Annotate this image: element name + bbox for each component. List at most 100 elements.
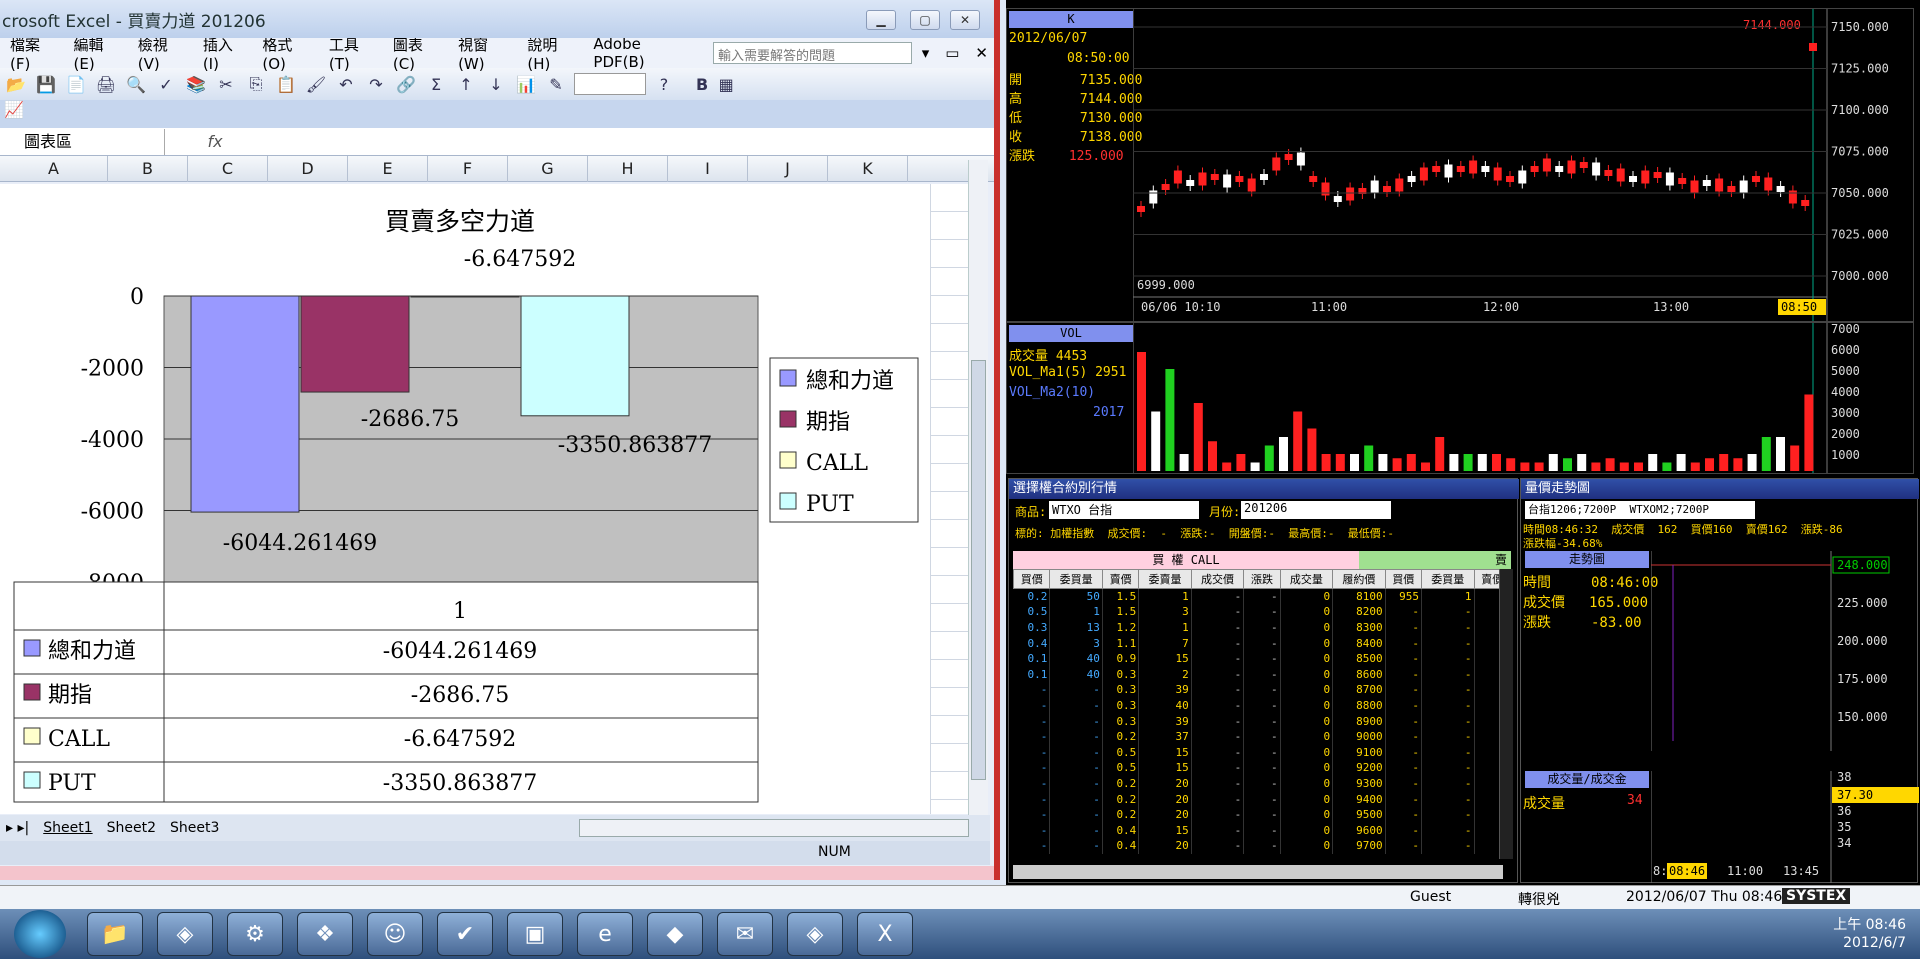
horizontal-scrollbar[interactable]	[579, 819, 970, 837]
options-col-header[interactable]: 委買量	[1421, 569, 1475, 589]
sort-asc-icon[interactable]: ↑	[454, 75, 478, 94]
minimize-button[interactable]: ▁	[866, 10, 896, 30]
chart-object-icon[interactable]: 📈	[4, 100, 24, 119]
options-row[interactable]: 0.5 1 1.5 3- -0 8200- -	[1013, 604, 1511, 620]
trend-product-select[interactable]: 台指1206;7200P WTXOM2;7200P	[1525, 501, 1755, 519]
qq-icon[interactable]: ☺	[367, 912, 423, 956]
close-button[interactable]: ✕	[950, 10, 980, 30]
col-header[interactable]: G	[508, 156, 588, 182]
help-search-input[interactable]: 輸入需要解答的問題	[713, 42, 912, 64]
options-col-header[interactable]: 成交量	[1279, 569, 1334, 589]
trend-chart[interactable]: 248.000 225.000 200.000 175.000 150.000	[1651, 551, 1919, 751]
trend-tab[interactable]: 走勢圖	[1525, 551, 1649, 568]
product-select[interactable]: WTXO 台指	[1049, 501, 1199, 519]
autosum-icon[interactable]: Σ	[424, 75, 448, 94]
col-header[interactable]: F	[428, 156, 508, 182]
col-header[interactable]: B	[108, 156, 188, 182]
tab-sheet2[interactable]: Sheet2	[107, 820, 156, 836]
options-scrollbar[interactable]	[1499, 569, 1513, 859]
spell-icon[interactable]: ✓	[154, 75, 178, 94]
xmp-icon[interactable]: ▣	[507, 912, 563, 956]
col-header[interactable]: I	[668, 156, 748, 182]
zoom-select[interactable]	[574, 73, 646, 95]
options-col-header[interactable]: 買價	[1012, 569, 1051, 589]
redo-icon[interactable]: ↷	[364, 75, 388, 94]
col-header[interactable]: A	[0, 156, 108, 182]
menu-edit[interactable]: 編輯(E)	[74, 34, 122, 73]
options-col-header[interactable]: 委賣量	[1138, 569, 1192, 589]
options-col-header[interactable]: 漲跌	[1243, 569, 1281, 589]
excel-icon[interactable]: X	[857, 912, 913, 956]
options-row[interactable]: 0.1 40 0.9 15- -0 8500- -	[1013, 650, 1511, 667]
hyperlink-icon[interactable]: 🔗	[394, 75, 418, 94]
scroll-thumb[interactable]	[971, 360, 986, 780]
save-icon[interactable]: 💾	[34, 75, 58, 94]
trend-volume-chart[interactable]: 38 37.30 36 35 34 8: 08:46 11:00 13:45	[1651, 771, 1919, 883]
options-row[interactable]: - -0.3 39- -0 8700- -	[1013, 682, 1511, 698]
undo-icon[interactable]: ↶	[334, 75, 358, 94]
close-doc-icon[interactable]: ✕	[975, 44, 988, 62]
name-box[interactable]: 圖表區	[0, 128, 165, 155]
volume-chart[interactable]: 7000 6000 5000 4000 3000 2000 1000	[1133, 323, 1913, 473]
bold-button[interactable]: B	[696, 75, 708, 94]
bar-1[interactable]	[300, 295, 410, 393]
options-hscrollbar[interactable]	[1013, 865, 1503, 879]
pdf-icon[interactable]: 📄	[64, 75, 88, 94]
vol-amount-tab[interactable]: 成交量/成交金	[1525, 771, 1649, 788]
options-col-header[interactable]: 成交價	[1190, 569, 1245, 589]
options-row[interactable]: - -0.2 37- -0 9000- -	[1013, 728, 1511, 745]
copy-icon[interactable]: ⎘	[244, 74, 268, 94]
program-icon[interactable]: ❖	[297, 912, 353, 956]
options-table[interactable]: 買價 委買量 賣價 委賣量 成交價 漲跌 成交量 履約價 買價 委買量 賣價 0.2 50 1.5 1- -…	[1012, 569, 1511, 854]
help-icon[interactable]: ?	[652, 75, 676, 94]
options-row[interactable]: - -0.4 15- -0 9600- -	[1013, 822, 1511, 838]
bar-0[interactable]	[190, 295, 300, 513]
options-row[interactable]: 0.3 13 1.2 1- -0 8300- -	[1013, 619, 1511, 636]
cut-icon[interactable]: ✂	[214, 75, 238, 94]
options-row[interactable]: - -0.3 40- -0 8800- -	[1013, 697, 1511, 714]
print-icon[interactable]: 🖨	[94, 75, 118, 94]
bar-3[interactable]	[520, 295, 630, 417]
col-header[interactable]: D	[268, 156, 348, 182]
concord2-icon[interactable]: ◈	[787, 912, 843, 956]
menu-window[interactable]: 視窗(W)	[458, 34, 511, 73]
sort-desc-icon[interactable]: ↓	[484, 75, 508, 94]
start-button[interactable]	[14, 910, 66, 958]
open-icon[interactable]: 📂	[4, 75, 28, 94]
col-header[interactable]: K	[828, 156, 908, 182]
ie-icon[interactable]: e	[577, 912, 633, 956]
options-row[interactable]: - -0.2 20- -0 9300- -	[1013, 775, 1511, 792]
tab-sheet3[interactable]: Sheet3	[170, 820, 219, 836]
maximize-button[interactable]: ▢	[910, 10, 940, 30]
chat-icon[interactable]: ✉	[717, 912, 773, 956]
menu-file[interactable]: 檔案(F)	[10, 34, 58, 73]
format-painter-icon[interactable]: 🖌	[304, 75, 328, 94]
drawing-icon[interactable]: ✎	[544, 75, 568, 94]
fx-icon[interactable]: fx	[165, 132, 265, 151]
paste-icon[interactable]: 📋	[274, 75, 298, 94]
options-col-header[interactable]: 委買量	[1049, 569, 1103, 589]
norton-icon[interactable]: ✔	[437, 912, 493, 956]
options-row[interactable]: - -0.5 15- -0 9100- -	[1013, 744, 1511, 761]
menu-format[interactable]: 格式(O)	[262, 34, 312, 73]
research-icon[interactable]: 📚	[184, 75, 208, 94]
candlestick-chart[interactable]: 7144.000 6999.000 7150.000 7125.000 7100.0…	[1133, 9, 1913, 321]
col-header[interactable]: H	[588, 156, 668, 182]
k-chart-header[interactable]: K	[1009, 11, 1133, 28]
options-row[interactable]: 0.1 40 0.3 2- -0 8600- -	[1013, 666, 1511, 683]
tab-scroll-icon[interactable]: ▸ ▸|	[6, 820, 29, 836]
options-row[interactable]: - -0.5 15- -0 9200- -	[1013, 760, 1511, 776]
preview-icon[interactable]: 🔍	[124, 75, 148, 94]
col-header[interactable]: C	[188, 156, 268, 182]
app-icon[interactable]: ◆	[647, 912, 703, 956]
broker-icon[interactable]: ⚙	[227, 912, 283, 956]
dropdown-arrow-icon[interactable]: ▾	[922, 44, 930, 62]
concord-icon[interactable]: ◈	[157, 912, 213, 956]
menu-chart[interactable]: 圖表(C)	[393, 34, 442, 73]
menu-tools[interactable]: 工具(T)	[329, 34, 377, 73]
col-header[interactable]: J	[748, 156, 828, 182]
menu-view[interactable]: 檢視(V)	[138, 34, 187, 73]
options-row[interactable]: 0.2501.51--0810095519	[1013, 588, 1511, 605]
options-row[interactable]: 0.4 3 1.1 7- -0 8400- -	[1013, 635, 1511, 651]
explorer-icon[interactable]: 📁	[87, 912, 143, 956]
